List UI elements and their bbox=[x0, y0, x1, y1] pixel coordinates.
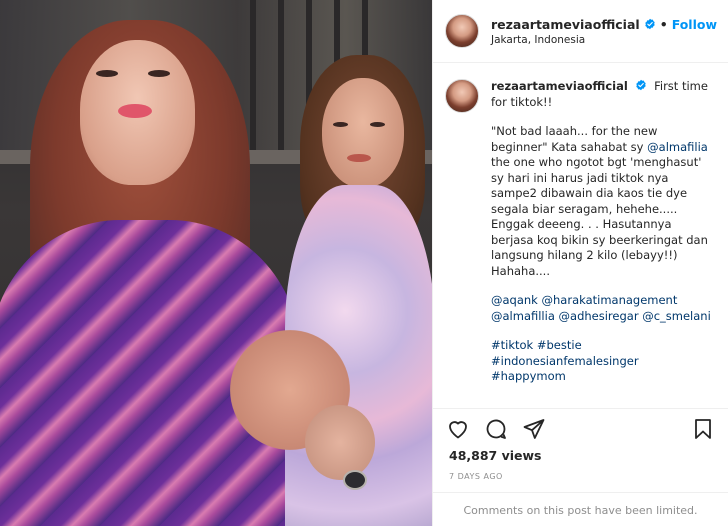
holding-hands bbox=[305, 405, 375, 480]
bookmark-icon bbox=[695, 419, 711, 439]
mention-link[interactable]: @aqank bbox=[491, 293, 538, 307]
caption-text: the one who ngotot bgt 'menghasut' sy ha… bbox=[491, 155, 708, 278]
mention-link[interactable]: @adhesiregar bbox=[559, 309, 639, 323]
woman-left-eye bbox=[148, 70, 170, 77]
hashtag-link[interactable]: #happymom bbox=[491, 369, 566, 383]
heart-icon bbox=[449, 421, 467, 439]
verified-badge-icon bbox=[644, 18, 655, 30]
woman-left-lips bbox=[118, 104, 152, 118]
post-header: rezaartameviaofficial • Follow Jakarta, … bbox=[433, 0, 728, 63]
view-count[interactable]: 48,887 views bbox=[449, 448, 542, 463]
woman-left-eye bbox=[96, 70, 118, 77]
avatar[interactable] bbox=[445, 79, 479, 113]
username-link[interactable]: rezaartameviaofficial bbox=[491, 17, 640, 32]
avatar[interactable] bbox=[445, 14, 479, 48]
woman-right-face bbox=[322, 78, 404, 188]
paper-plane-icon bbox=[523, 419, 545, 439]
comment-bubble-icon bbox=[486, 419, 506, 439]
separator-dot: • bbox=[659, 16, 668, 32]
follow-button[interactable]: Follow bbox=[672, 17, 717, 32]
hashtag-link[interactable]: #bestie bbox=[537, 338, 582, 352]
share-button[interactable] bbox=[521, 416, 547, 442]
comment-button[interactable] bbox=[483, 416, 509, 442]
ring bbox=[343, 470, 367, 490]
woman-right-eye bbox=[333, 122, 348, 127]
hashtag-link[interactable]: #indonesianfemalesinger bbox=[491, 354, 639, 368]
caption-username[interactable]: rezaartameviaofficial bbox=[491, 79, 628, 93]
mention-link[interactable]: @c_smelani bbox=[642, 309, 711, 323]
woman-right-lips bbox=[347, 154, 371, 162]
comments-limited-notice: Comments on this post have been limited. bbox=[433, 492, 728, 527]
instagram-post: rezaartameviaofficial • Follow Jakarta, … bbox=[0, 0, 728, 526]
post-sidebar: rezaartameviaofficial • Follow Jakarta, … bbox=[432, 0, 728, 526]
post-video[interactable] bbox=[0, 0, 432, 526]
mention-link[interactable]: @harakatimanagement bbox=[542, 293, 678, 307]
location-link[interactable]: Jakarta, Indonesia bbox=[491, 34, 717, 46]
mention-link[interactable]: @almafilia bbox=[647, 140, 708, 154]
post-date[interactable]: 7 DAYS AGO bbox=[449, 472, 503, 481]
action-bar bbox=[433, 408, 728, 449]
header-text: rezaartameviaofficial • Follow Jakarta, … bbox=[491, 17, 717, 46]
caption: rezaartameviaofficial First time for tik… bbox=[433, 63, 728, 399]
mention-link[interactable]: @almafillia bbox=[491, 309, 555, 323]
like-button[interactable] bbox=[445, 416, 471, 442]
caption-text: "Not bad laaah... for the new beginner" … bbox=[491, 124, 658, 154]
woman-right-eye bbox=[370, 122, 385, 127]
hashtag-link[interactable]: #tiktok bbox=[491, 338, 533, 352]
caption-body: rezaartameviaofficial First time for tik… bbox=[491, 79, 715, 399]
save-button[interactable] bbox=[690, 416, 716, 442]
verified-badge-icon bbox=[636, 79, 647, 91]
